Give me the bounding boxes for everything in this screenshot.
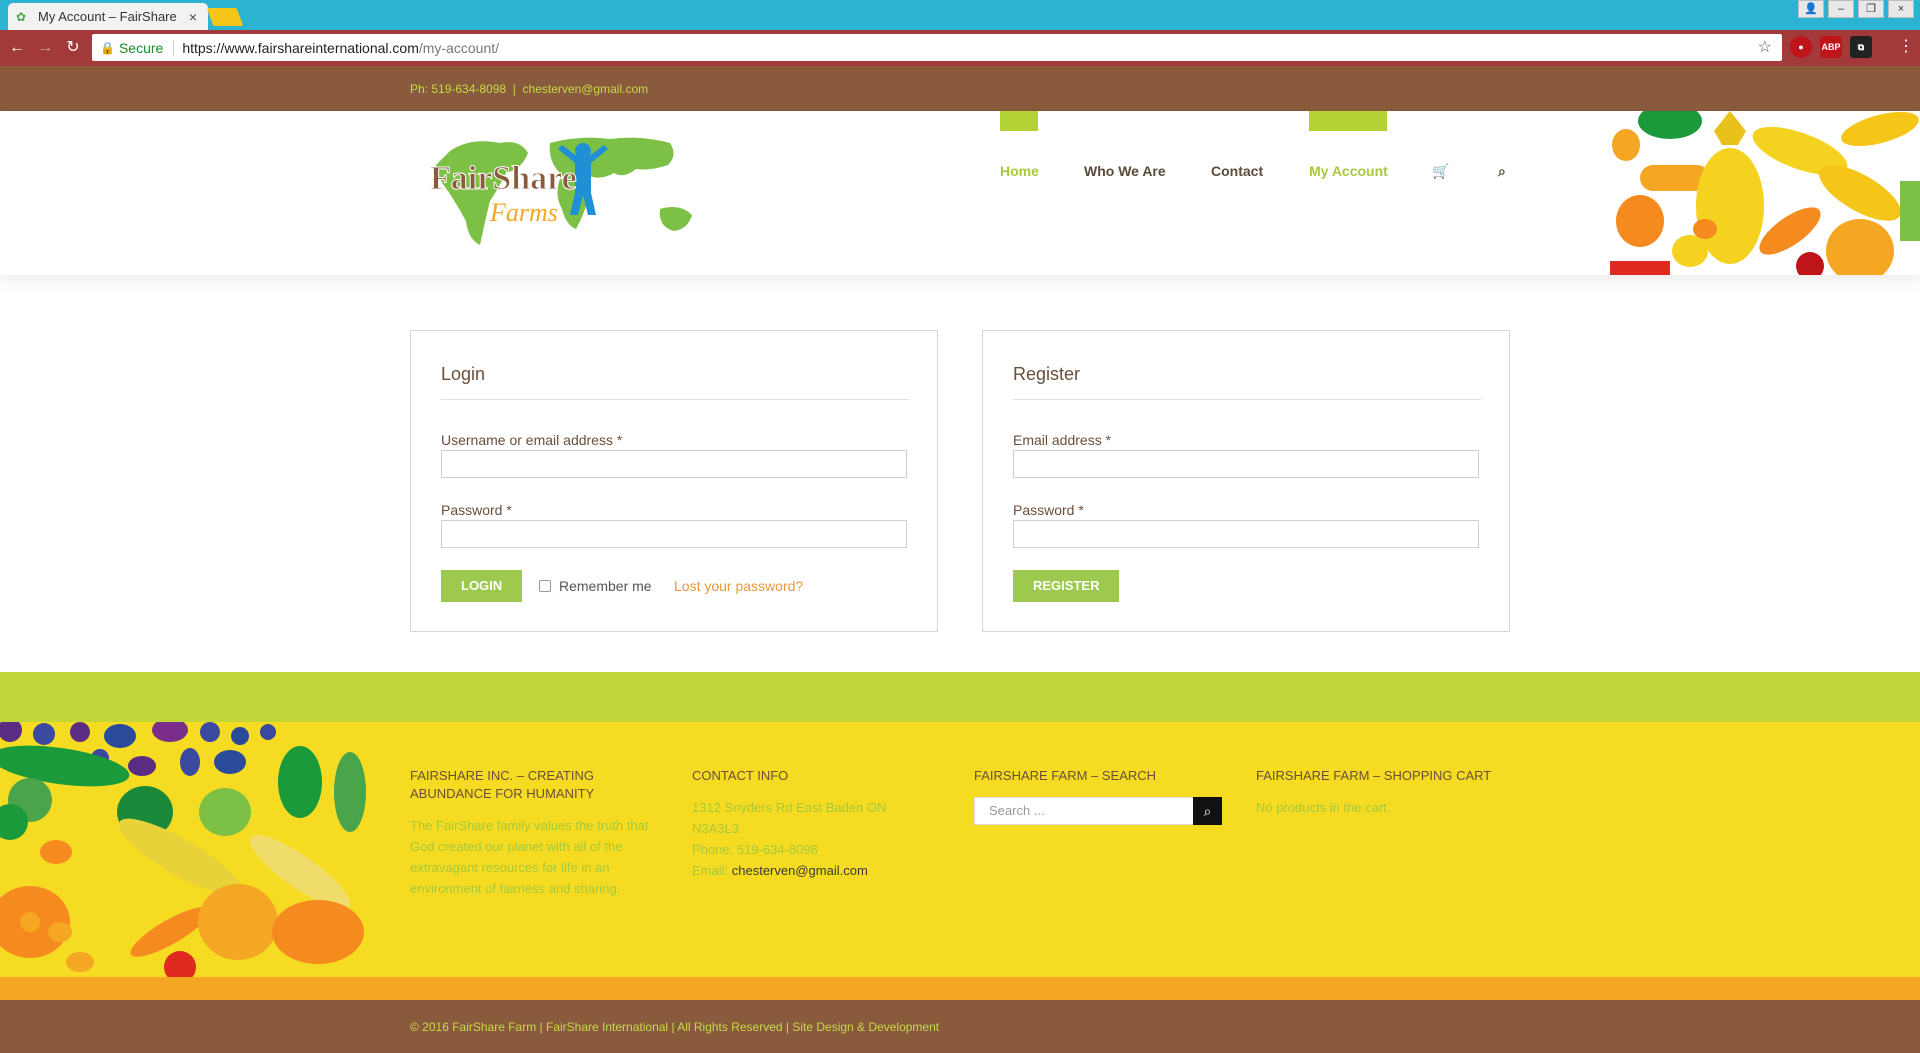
address-bar[interactable]: 🔒 Secure https://www.fairshareinternatio… bbox=[92, 34, 1782, 61]
url-path: /my-account/ bbox=[418, 39, 500, 56]
footer-cart: FAIRSHARE FARM – SHOPPING CART No produc… bbox=[1256, 767, 1516, 818]
footer-search: FAIRSHARE FARM – SEARCH Search ... ⌕ bbox=[974, 767, 1234, 825]
browser-tab-bar: ✿ My Account – FairShare × 👤 – ❐ × bbox=[0, 0, 1920, 30]
logo-subtext: Farms bbox=[489, 198, 558, 227]
footer-bottom-bar: © 2016 FairShare Farm | FairShare Intern… bbox=[0, 1000, 1920, 1053]
register-password-input[interactable] bbox=[1013, 520, 1479, 548]
footer-about-text-2: extravagant resources for life in an env… bbox=[410, 860, 621, 896]
close-window-icon[interactable]: × bbox=[1888, 0, 1914, 18]
secure-label: Secure bbox=[118, 39, 164, 56]
tab-title: My Account – FairShare bbox=[38, 9, 177, 24]
nav-home[interactable]: Home bbox=[1000, 163, 1039, 179]
footer-orange-band bbox=[0, 977, 1920, 1000]
site-favicon-icon: ✿ bbox=[16, 9, 27, 24]
footer-about-heading: FAIRSHARE INC. – CREATING ABUNDANCE FOR … bbox=[410, 768, 595, 801]
footer-search-input[interactable]: Search ... bbox=[974, 797, 1194, 825]
password-input[interactable] bbox=[441, 520, 907, 548]
remember-checkbox[interactable] bbox=[539, 580, 551, 592]
footer-cart-empty: No products in the cart. bbox=[1256, 800, 1391, 815]
footer-email-link[interactable]: chesterven@gmail.com bbox=[732, 863, 868, 878]
footer-contact-heading: CONTACT INFO bbox=[692, 768, 789, 783]
window-controls: 👤 – ❐ × bbox=[1798, 0, 1914, 18]
register-panel: Register Email address * Password * REGI… bbox=[982, 330, 1510, 632]
header-separator: | bbox=[512, 82, 516, 96]
profile-icon[interactable]: 👤 bbox=[1798, 0, 1824, 18]
header-email-link[interactable]: chesterven@gmail.com bbox=[523, 82, 649, 96]
extension-icon[interactable]: ● bbox=[1790, 36, 1812, 58]
nav-who-we-are[interactable]: Who We Are bbox=[1084, 163, 1166, 179]
remember-me[interactable]: Remember me bbox=[539, 578, 652, 594]
vegetable-decoration bbox=[1610, 111, 1920, 275]
footer-about: FAIRSHARE INC. – CREATING ABUNDANCE FOR … bbox=[410, 767, 650, 899]
nav-active-indicator bbox=[1309, 111, 1387, 131]
lost-password-link[interactable]: Lost your password? bbox=[674, 578, 803, 594]
cart-icon[interactable]: 🛒 bbox=[1432, 163, 1449, 180]
footer-address: 1312 Snyders Rd East Baden ON N3A3L3 bbox=[692, 800, 887, 836]
username-label: Username or email address * bbox=[441, 432, 623, 448]
login-button[interactable]: LOGIN bbox=[441, 570, 523, 602]
adblock-icon[interactable]: ABP bbox=[1820, 36, 1842, 58]
browser-toolbar: ← → ↻ 🔒 Secure https://www.fairshareinte… bbox=[0, 30, 1920, 66]
search-icon[interactable]: ⌕ bbox=[1498, 163, 1506, 180]
forward-icon[interactable]: → bbox=[34, 37, 56, 59]
email-label: Email address * bbox=[1013, 432, 1112, 448]
footer-cart-heading: FAIRSHARE FARM – SHOPPING CART bbox=[1256, 768, 1492, 783]
register-password-label: Password * bbox=[1013, 502, 1084, 518]
header-phone: Ph: 519-634-8098 bbox=[410, 82, 507, 96]
lock-icon: 🔒 bbox=[100, 40, 115, 55]
reload-icon[interactable]: ↻ bbox=[62, 37, 84, 59]
site-header: FairShare Farms Home Who We Are Contact … bbox=[0, 111, 1920, 275]
copyright: © 2016 FairShare Farm | FairShare Intern… bbox=[410, 1020, 940, 1034]
footer-green-band bbox=[0, 672, 1920, 722]
register-button[interactable]: REGISTER bbox=[1013, 570, 1120, 602]
username-input[interactable] bbox=[441, 450, 907, 478]
footer-search-heading: FAIRSHARE FARM – SEARCH bbox=[974, 768, 1157, 783]
site-footer: FAIRSHARE INC. – CREATING ABUNDANCE FOR … bbox=[0, 722, 1920, 977]
extension-icons: ● ABP ⧉ bbox=[1790, 36, 1872, 58]
password-label: Password * bbox=[441, 502, 512, 518]
restore-icon[interactable]: ❐ bbox=[1858, 0, 1884, 18]
vegetable-decoration bbox=[0, 722, 366, 977]
footer-about-text-1: The FairShare family values the truth th… bbox=[410, 818, 649, 854]
fairshare-logo[interactable]: FairShare Farms bbox=[410, 129, 710, 259]
nav-contact[interactable]: Contact bbox=[1211, 163, 1263, 179]
login-title: Login bbox=[441, 364, 486, 384]
footer-phone: Phone: 519-634-8098 bbox=[692, 842, 818, 857]
url-host: https://www.fairshareinternational.com bbox=[182, 39, 419, 56]
email-input[interactable] bbox=[1013, 450, 1479, 478]
header-contact: Ph: 519-634-8098 | chesterven@gmail.com bbox=[410, 82, 648, 96]
pdf-icon[interactable]: ⧉ bbox=[1850, 36, 1872, 58]
nav-my-account[interactable]: My Account bbox=[1309, 163, 1388, 179]
footer-search-form: Search ... ⌕ bbox=[974, 797, 1222, 825]
browser-tab[interactable]: ✿ My Account – FairShare × bbox=[8, 3, 208, 30]
remember-label: Remember me bbox=[559, 578, 652, 594]
register-title: Register bbox=[1013, 364, 1081, 384]
footer-email-label: Email: bbox=[692, 863, 729, 878]
bookmark-star-icon[interactable]: ☆ bbox=[1758, 37, 1772, 57]
tab-close-icon[interactable]: × bbox=[186, 9, 200, 25]
back-icon[interactable]: ← bbox=[6, 37, 28, 59]
top-info-bar: Ph: 519-634-8098 | chesterven@gmail.com bbox=[0, 66, 1920, 111]
minimize-icon[interactable]: – bbox=[1828, 0, 1854, 18]
new-tab-button[interactable] bbox=[206, 8, 244, 26]
divider bbox=[441, 399, 909, 400]
logo-text: FairShare bbox=[430, 160, 577, 197]
nav-active-indicator bbox=[1000, 111, 1038, 131]
footer-contact: CONTACT INFO 1312 Snyders Rd East Baden … bbox=[692, 767, 922, 881]
divider bbox=[1013, 399, 1481, 400]
footer-email-row: Email: chesterven@gmail.com bbox=[692, 860, 922, 881]
footer-search-button[interactable]: ⌕ bbox=[1193, 797, 1222, 825]
browser-menu-icon[interactable]: ⋮ bbox=[1898, 36, 1914, 56]
omnibox-separator bbox=[173, 39, 175, 56]
login-panel: Login Username or email address * Passwo… bbox=[410, 330, 938, 632]
